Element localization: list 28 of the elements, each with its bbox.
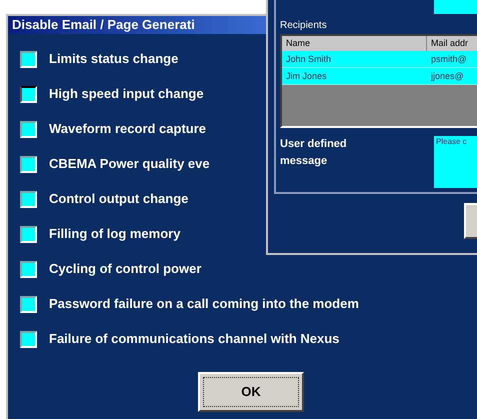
table-cell-text: psmith@ — [430, 53, 468, 66]
recipients-label: Recipients — [280, 19, 328, 33]
checkbox[interactable] — [20, 190, 37, 208]
option-label: Waveform record capture — [49, 120, 206, 138]
checkbox[interactable] — [20, 260, 37, 278]
option-label: High speed input change — [49, 85, 204, 104]
checkbox[interactable] — [20, 226, 37, 242]
option-label: Password failure on a call coming into the modem — [49, 295, 359, 314]
address-field[interactable] — [434, 0, 477, 14]
option-label: CBEMA Power quality eve — [49, 155, 210, 174]
ok-button[interactable]: OK — [198, 372, 304, 412]
message-label: User defined message — [280, 137, 348, 169]
checkbox[interactable] — [20, 50, 37, 68]
checkbox[interactable] — [20, 156, 37, 172]
table-cell-text: John Smith — [285, 53, 332, 66]
table-cell-text: jjones@ — [430, 70, 465, 83]
option-label: Filling of log memory — [49, 225, 180, 244]
option-label: Failure of communications channel with Nexus — [49, 330, 340, 348]
checkbox[interactable] — [20, 86, 37, 102]
window-title: Disable Email / Page Generati — [8, 16, 266, 34]
checkbox[interactable] — [20, 330, 37, 348]
option-label: Limits status change — [49, 50, 178, 68]
table-cell-text: Jim Jones — [285, 70, 328, 83]
message-field[interactable]: Please c — [434, 136, 477, 188]
checkbox[interactable] — [20, 120, 37, 138]
option-label: Cycling of control power — [49, 260, 202, 278]
checkbox[interactable] — [20, 296, 37, 312]
option-label: Control output change — [49, 190, 188, 208]
